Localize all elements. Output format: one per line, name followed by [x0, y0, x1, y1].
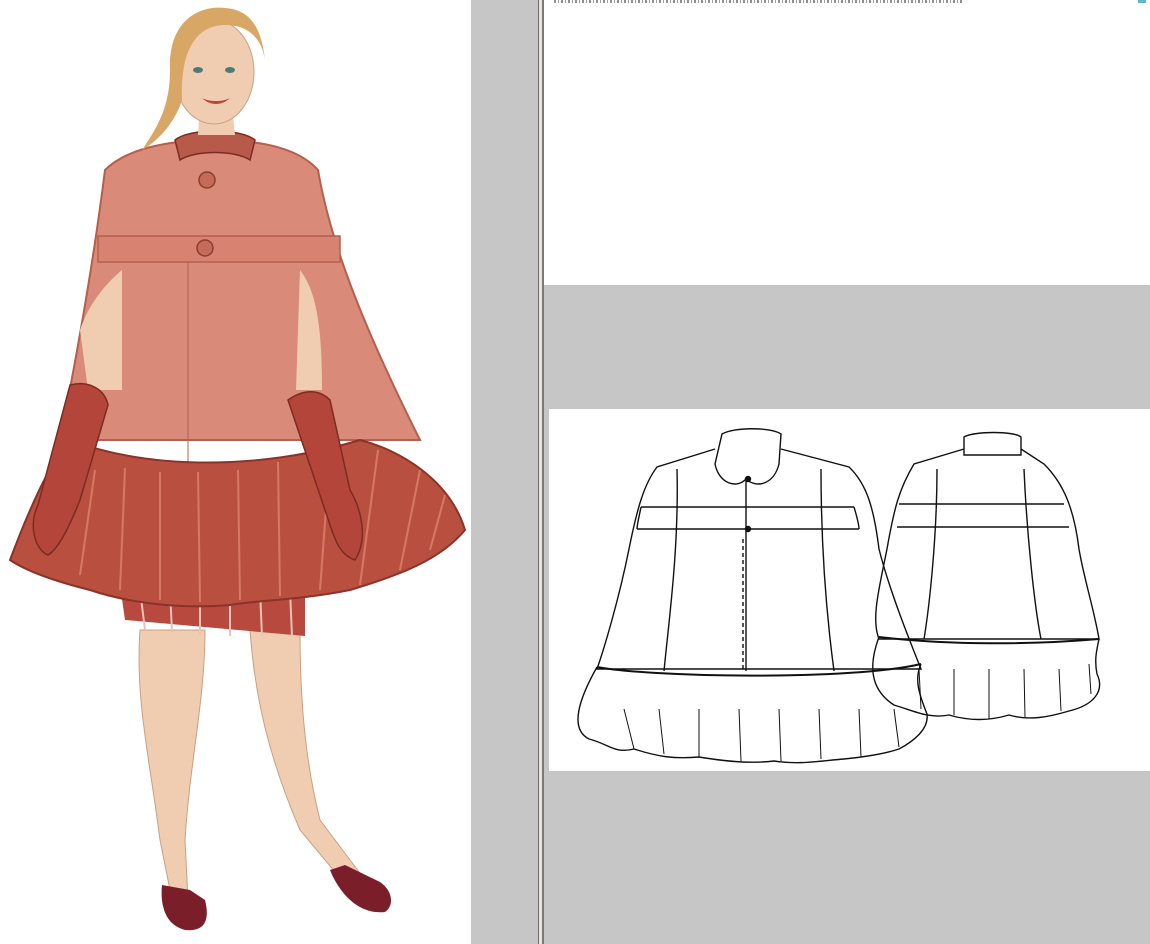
model-illustration [8, 7, 467, 931]
document-view-top [544, 0, 1150, 285]
right-shoe [330, 865, 392, 913]
button [198, 171, 216, 189]
cropped-text-strip [554, 0, 964, 3]
flat-sketch [577, 428, 1101, 764]
viewer-gutter [471, 0, 538, 944]
back-view-sketch [872, 431, 1101, 721]
corner-indicator [1138, 0, 1146, 3]
front-view-sketch [577, 428, 928, 764]
button [196, 239, 214, 257]
technical-flat-card [549, 409, 1150, 771]
document-view-bottom [544, 285, 1150, 944]
left-shoe [161, 885, 207, 931]
fashion-illustration-panel [0, 0, 471, 944]
